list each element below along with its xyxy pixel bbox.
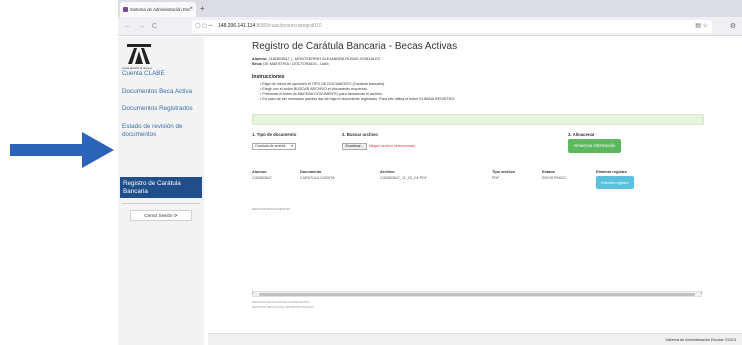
save-button[interactable]: Almacena Información — [568, 139, 621, 153]
main-content: Registro de Carátula Bancaria - Becas Ac… — [208, 37, 742, 345]
reader-view-icon[interactable]: ▤ — [695, 23, 701, 29]
page-title: Registro de Carátula Bancaria - Becas Ac… — [252, 41, 458, 52]
table-cell: PDF — [492, 176, 500, 180]
browse-file-button[interactable]: Examinar... — [342, 143, 367, 150]
step2-label: 2. Buscar archivo — [342, 132, 378, 137]
no-file-message: Ningún archivo seleccionado. — [369, 144, 416, 148]
forward-button[interactable]: → — [138, 20, 145, 33]
table-header: Tipo archivo — [492, 169, 516, 174]
address-bar[interactable]: ◯ ▢ ⊸ 148.206.141.114:8080/cuac/pcarecus… — [192, 20, 712, 33]
tab-close-icon[interactable]: × — [189, 2, 193, 17]
instruction-item: • En caso de ser necesario puedes dar de… — [260, 97, 456, 101]
horizontal-scrollbar[interactable]: ‹ › — [252, 290, 702, 297]
step1-label: 1. Tipo de documento — [252, 132, 297, 137]
sidebar-item-documentos-beca-activa[interactable]: Documentos Beca Activa — [122, 88, 192, 96]
reference-line: REGISTROECOLDATAVE-2182803647011 — [252, 300, 310, 304]
browser-chrome: Sistema de Administración Esc × + ← → C … — [118, 0, 742, 36]
table-cell: REGISTRADO — [542, 176, 566, 180]
instructions-title: Instrucciones — [252, 74, 285, 80]
table-header: Documento — [300, 169, 322, 174]
bookmark-star-icon[interactable]: ☆ — [703, 23, 708, 29]
new-tab-button[interactable]: + — [200, 2, 205, 16]
reload-button[interactable]: C — [152, 20, 157, 33]
instruction-item: • Elegir con el botón BUSCAR ARCHIVO el … — [260, 87, 368, 91]
scholarship-value: DE MAESTRÍA / DOCTORADO - UAM — [263, 62, 329, 66]
footer-text: Sistema de Administración Escolar ©2013 — [665, 338, 736, 342]
table-header: Eliminar registro — [596, 169, 627, 174]
scrollbar-thumb[interactable] — [259, 293, 695, 296]
chevron-down-icon: ▾ — [291, 144, 293, 148]
instruction-item: • Elige de menú de opciones el TIPO DE D… — [260, 82, 386, 86]
sidebar-divider — [122, 203, 200, 204]
logout-button[interactable]: Cerrar Sesión ⟳ — [130, 210, 192, 221]
footnote: REGISTRO/DOCUMENTOS — [252, 207, 291, 211]
table-header: Archivo — [380, 169, 395, 174]
browser-tab[interactable]: Sistema de Administración Esc × — [120, 2, 196, 17]
student-info: Alumno: 2182803647 | - MONTSERRAT ALEJAN… — [252, 57, 381, 61]
uam-logo — [127, 44, 151, 64]
security-shield-icon: ◯ ▢ ⊸ — [195, 23, 213, 29]
sidebar-item-documentos-registrados[interactable]: Documentos Registrados — [122, 105, 193, 113]
table-cell: 2182803647_11_03_CA.PDF — [380, 176, 427, 180]
table-header: Estado — [542, 169, 555, 174]
logout-icon: ⟳ — [173, 213, 178, 218]
browser-menu-icon[interactable]: ⚙ — [730, 20, 736, 33]
step3-label: 3. Almacenar — [568, 132, 595, 137]
favicon-icon — [123, 7, 128, 12]
sidebar-item-estado-revision[interactable]: Estado de revisión de documentos — [122, 123, 200, 138]
scholarship-info: Beca: DE MAESTRÍA / DOCTORADO - UAM — [252, 62, 329, 66]
notice-banner — [252, 114, 704, 125]
footer-bar: Sistema de Administración Escolar ©2013 — [208, 333, 742, 345]
scroll-left-icon[interactable]: ‹ — [252, 290, 254, 296]
url-host: 148.206.141.114 — [218, 23, 256, 29]
logout-label: Cerrar Sesión — [144, 213, 173, 218]
delete-record-button[interactable]: Elimina registro — [596, 176, 634, 189]
back-button[interactable]: ← — [124, 20, 131, 33]
student-value: 2182803647 | - MONTSERRAT ALEJANDRA ROSA… — [268, 57, 381, 61]
table-cell: CARÁTULA CUENTA — [300, 176, 335, 180]
instruction-item: • Presionar el botón ALMACENA DOCUMENTO … — [260, 92, 383, 96]
tab-bar: Sistema de Administración Esc × + — [118, 0, 742, 17]
sidebar-item-registro-caratula[interactable]: Registro de Carátula Bancaria — [120, 177, 202, 198]
sidebar: Casa abierta al tiempo Cuenta CLABE Docu… — [118, 37, 204, 345]
pointer-arrow-icon — [10, 132, 114, 168]
table-cell: 2182803647 — [252, 176, 272, 180]
nav-bar: ← → C ◯ ▢ ⊸ 148.206.141.114:8080/cuac/pc… — [118, 17, 742, 36]
tab-title: Sistema de Administración Esc — [130, 7, 191, 12]
url-path: :8080/cuac/pcarecustegist010 — [255, 23, 322, 29]
scroll-right-icon[interactable]: › — [700, 290, 702, 296]
reference-line: REGISTROBECASASQ-2182803647/04/2021 — [252, 305, 314, 309]
document-type-select[interactable]: Carátula de cuenta ▾ — [252, 143, 296, 150]
table-header: Alumno — [252, 169, 267, 174]
sidebar-item-cuenta-clabe[interactable]: Cuenta CLABE — [122, 70, 165, 78]
